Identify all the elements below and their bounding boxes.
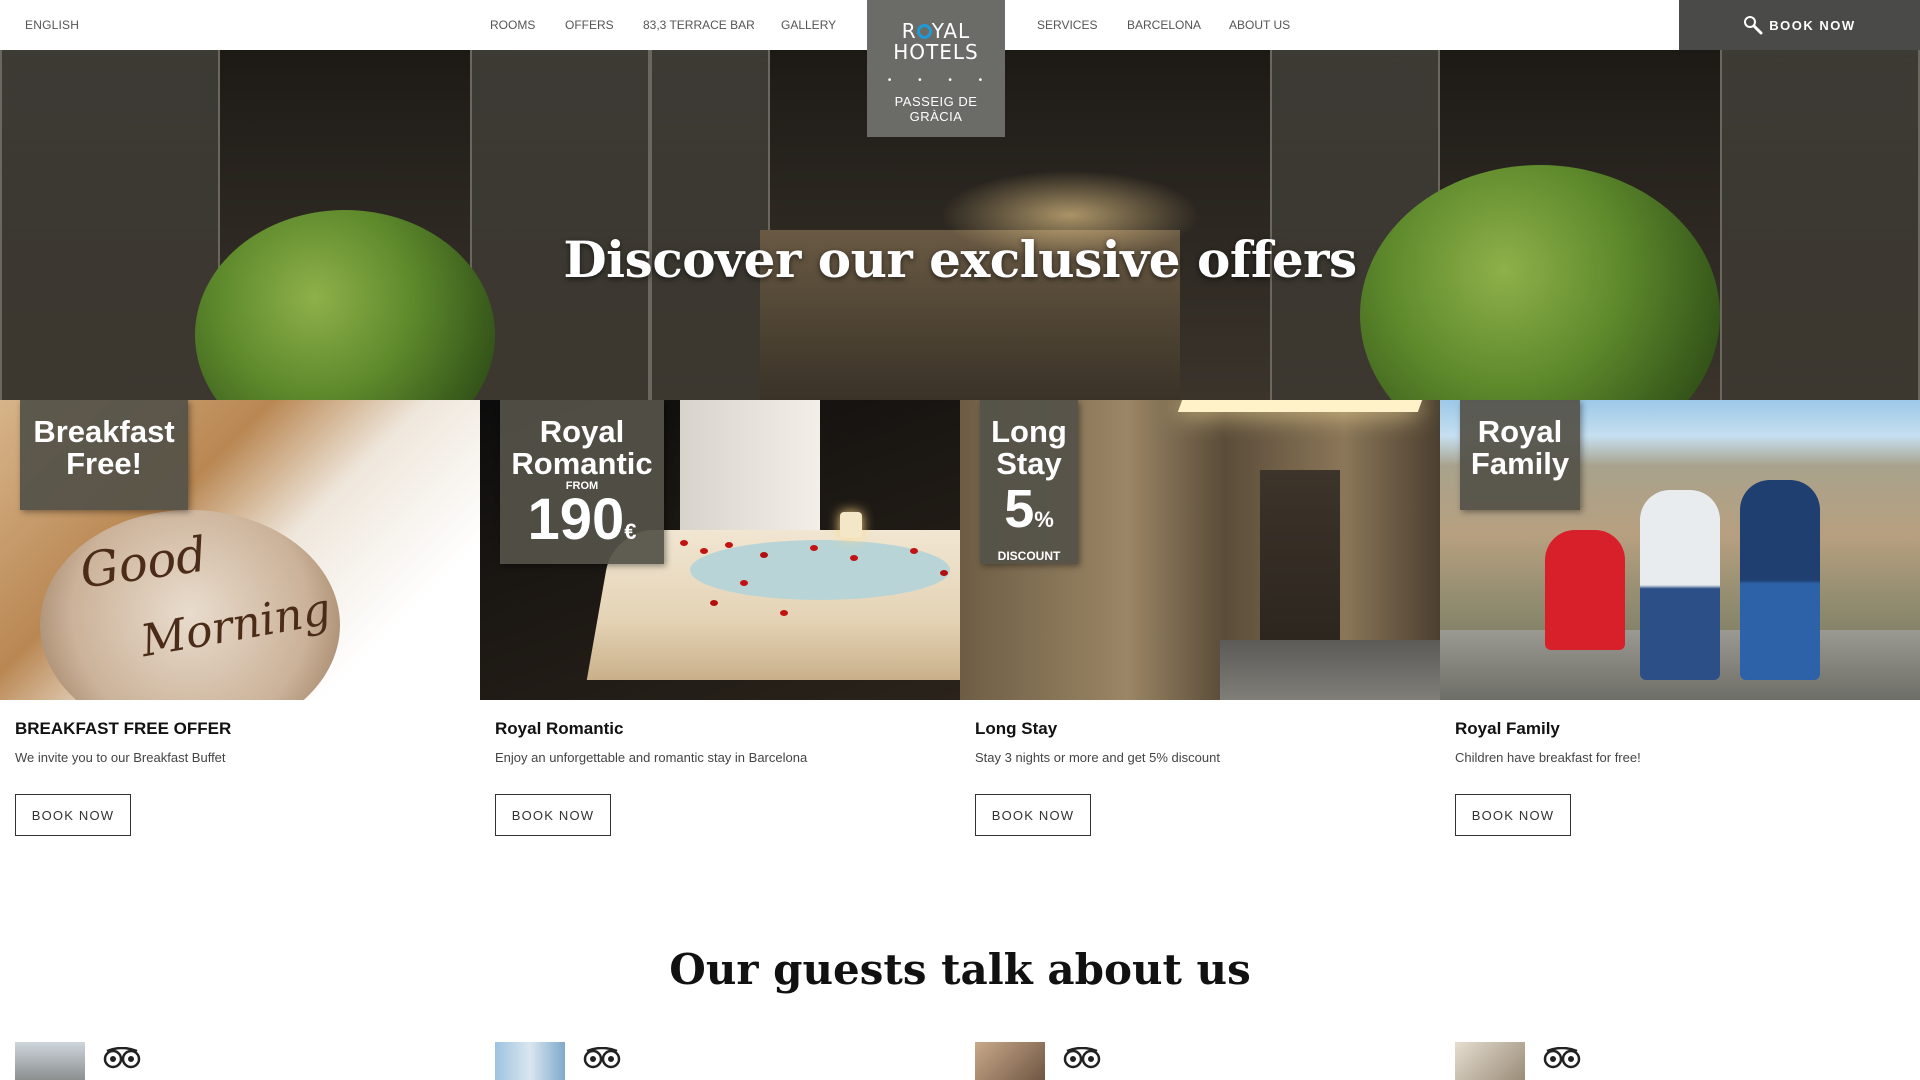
nav-item-terrace-bar[interactable]: 83,3 TERRACE BAR — [643, 18, 755, 32]
offer-description: Stay 3 nights or more and get 5% discoun… — [975, 750, 1220, 765]
logo-dots: • • • • — [887, 75, 995, 86]
offer-description: Enjoy an unforgettable and romantic stay… — [495, 750, 808, 765]
offer-image-romantic[interactable]: Royal Romantic FROM 190€ — [480, 400, 960, 700]
offer-image-breakfast[interactable]: Good Morning Breakfast Free! — [0, 400, 480, 700]
magnifier-icon — [1744, 16, 1763, 35]
hero-glass-panel — [650, 50, 770, 400]
offer-title[interactable]: Royal Family — [1455, 719, 1560, 739]
offer-title[interactable]: Long Stay — [975, 719, 1057, 739]
hero-glass-panel — [470, 50, 650, 400]
language-selector[interactable]: ENGLISH — [25, 18, 79, 32]
window-curtain — [680, 400, 820, 550]
bath-water — [690, 540, 950, 600]
reviewer-avatar — [1455, 1042, 1525, 1080]
offer-tag-long-stay: Long Stay 5% DISCOUNT — [980, 400, 1078, 564]
header-book-now-label: BOOK NOW — [1769, 17, 1856, 33]
offer-description: Children have breakfast for free! — [1455, 750, 1641, 765]
royal-hotels-logo[interactable]: R YAL HOTELS • • • • PASSEIG DE GRÀCIA — [867, 0, 1005, 137]
offer-image-family[interactable]: Royal Family — [1440, 400, 1920, 700]
offer-tag-romantic: Royal Romantic FROM 190€ — [500, 400, 664, 564]
corridor-floor — [1220, 640, 1440, 700]
logo-location-line1: PASSEIG DE — [894, 94, 978, 109]
offer-book-now-button[interactable]: BOOK NOW — [1455, 794, 1571, 836]
nav-item-about-us[interactable]: ABOUT US — [1229, 18, 1290, 32]
nav-item-barcelona[interactable]: BARCELONA — [1127, 18, 1201, 32]
hero-glass-panel — [0, 50, 220, 400]
tripadvisor-owl-icon — [103, 1047, 141, 1069]
tripadvisor-owl-icon — [1063, 1047, 1101, 1069]
hero-glass-panel — [1720, 50, 1920, 400]
offer-book-now-button[interactable]: BOOK NOW — [495, 794, 611, 836]
tripadvisor-owl-icon — [583, 1047, 621, 1069]
offer-card-romantic: Royal Romantic FROM 190€ Royal Romantic … — [480, 400, 960, 836]
nav-item-rooms[interactable]: ROOMS — [490, 18, 535, 32]
offer-card-breakfast: Good Morning Breakfast Free! BREAKFAST F… — [0, 400, 480, 836]
offer-description: We invite you to our Breakfast Buffet — [15, 750, 226, 765]
offer-tag-price: 190€ — [500, 491, 664, 560]
ceiling-light — [1177, 400, 1423, 412]
logo-hotels: HOTELS — [893, 40, 979, 64]
discount-number: 5 — [1004, 479, 1035, 539]
offer-tag-line1: Royal — [539, 414, 625, 449]
offer-title[interactable]: Royal Romantic — [495, 719, 623, 739]
offer-book-now-button[interactable]: BOOK NOW — [975, 794, 1091, 836]
reviewer-avatar — [975, 1042, 1045, 1080]
price-currency: € — [624, 519, 637, 544]
hero-heading: Discover our exclusive offers — [563, 230, 1357, 289]
header-book-now-button[interactable]: BOOK NOW — [1679, 0, 1920, 50]
discount-percent: % — [1034, 507, 1054, 532]
logo-location: PASSEIG DE GRÀCIA — [867, 94, 1005, 124]
nav-item-gallery[interactable]: GALLERY — [781, 18, 836, 32]
logo-brand: R YAL HOTELS — [867, 21, 1005, 63]
tripadvisor-owl-icon — [1543, 1047, 1581, 1069]
offer-tag-family: Royal Family — [1460, 400, 1580, 510]
reviewer-avatar — [495, 1042, 565, 1080]
offer-tag-line2: Romantic — [511, 446, 653, 481]
offer-card-family: Royal Family Royal Family Children have … — [1440, 400, 1920, 836]
candle — [840, 512, 862, 538]
offer-tag-line2: Family — [1470, 446, 1570, 481]
offer-book-now-button[interactable]: BOOK NOW — [15, 794, 131, 836]
offer-tag-line1: Royal — [1477, 414, 1563, 449]
offer-tag-breakfast: Breakfast Free! — [20, 400, 188, 510]
offer-tag-line1: Breakfast — [33, 414, 175, 449]
reviewer-avatar — [15, 1042, 85, 1080]
child-blue-jacket — [1740, 480, 1820, 680]
offer-card-long-stay: Long Stay 5% DISCOUNT Long Stay Stay 3 n… — [960, 400, 1440, 836]
guests-heading: Our guests talk about us — [669, 945, 1251, 994]
offer-tag-line1: Long — [991, 414, 1067, 449]
offer-tag-line2: Stay — [996, 446, 1062, 481]
offer-tag-discount-label: DISCOUNT — [997, 549, 1061, 563]
offer-title[interactable]: BREAKFAST FREE OFFER — [15, 719, 231, 739]
child-red-coat — [1545, 530, 1625, 650]
offer-image-long-stay[interactable]: Long Stay 5% DISCOUNT — [960, 400, 1440, 700]
rose-petals — [680, 540, 688, 546]
offer-tag-line2: Free! — [66, 446, 142, 481]
nav-item-services[interactable]: SERVICES — [1037, 18, 1097, 32]
price-value: 190 — [527, 487, 625, 552]
logo-o-ring-icon — [916, 24, 932, 39]
logo-location-line2: GRÀCIA — [909, 109, 963, 124]
child-white-jacket — [1640, 490, 1720, 680]
nav-item-offers[interactable]: OFFERS — [565, 18, 614, 32]
offer-tag-discount-value: 5% — [980, 480, 1078, 549]
